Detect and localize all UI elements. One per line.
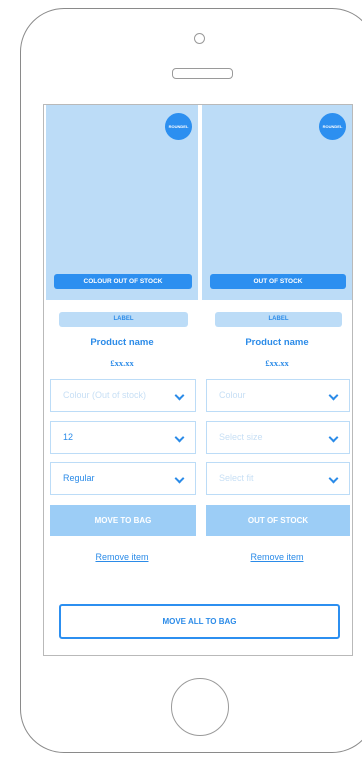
chevron-down-icon — [328, 390, 339, 401]
roundel-badge: ROUNDEL — [319, 113, 346, 140]
product-image[interactable]: ROUNDEL COLOUR OUT OF STOCK — [46, 105, 198, 300]
chevron-down-icon — [174, 390, 185, 401]
fit-select[interactable]: Select fit — [206, 462, 350, 495]
wishlist-screen: ROUNDEL COLOUR OUT OF STOCK LABEL Produc… — [43, 104, 353, 656]
fit-select-value: Select fit — [219, 473, 254, 483]
chevron-down-icon — [174, 432, 185, 443]
stock-status-banner: OUT OF STOCK — [210, 274, 346, 289]
stock-status-banner: COLOUR OUT OF STOCK — [54, 274, 192, 289]
roundel-badge: ROUNDEL — [165, 113, 192, 140]
remove-item-link[interactable]: Remove item — [202, 552, 352, 562]
product-name[interactable]: Product name — [202, 337, 352, 348]
colour-select[interactable]: Colour — [206, 379, 350, 412]
chevron-down-icon — [328, 473, 339, 484]
size-select[interactable]: 12 — [50, 421, 196, 454]
size-select-value: 12 — [63, 432, 74, 442]
move-all-to-bag-button[interactable]: MOVE ALL TO BAG — [59, 604, 340, 639]
fit-select-value: Regular — [63, 473, 95, 483]
remove-item-link[interactable]: Remove item — [46, 552, 198, 562]
colour-select-value: Colour — [219, 390, 246, 400]
chevron-down-icon — [328, 432, 339, 443]
chevron-down-icon — [174, 473, 185, 484]
product-image[interactable]: ROUNDEL OUT OF STOCK — [202, 105, 352, 300]
colour-select[interactable]: Colour (Out of stock) — [50, 379, 196, 412]
product-name[interactable]: Product name — [46, 337, 198, 348]
size-select-value: Select size — [219, 432, 263, 442]
product-price: £xx.xx — [110, 358, 134, 368]
product-label: LABEL — [215, 312, 342, 327]
product-price: £xx.xx — [265, 358, 289, 368]
size-select[interactable]: Select size — [206, 421, 350, 454]
earpiece-speaker — [172, 68, 233, 79]
colour-select-value: Colour (Out of stock) — [63, 390, 147, 400]
move-to-bag-button[interactable]: MOVE TO BAG — [50, 505, 196, 536]
home-button[interactable] — [171, 678, 229, 736]
out-of-stock-button: OUT OF STOCK — [206, 505, 350, 536]
fit-select[interactable]: Regular — [50, 462, 196, 495]
front-camera — [194, 33, 205, 44]
product-label: LABEL — [59, 312, 188, 327]
